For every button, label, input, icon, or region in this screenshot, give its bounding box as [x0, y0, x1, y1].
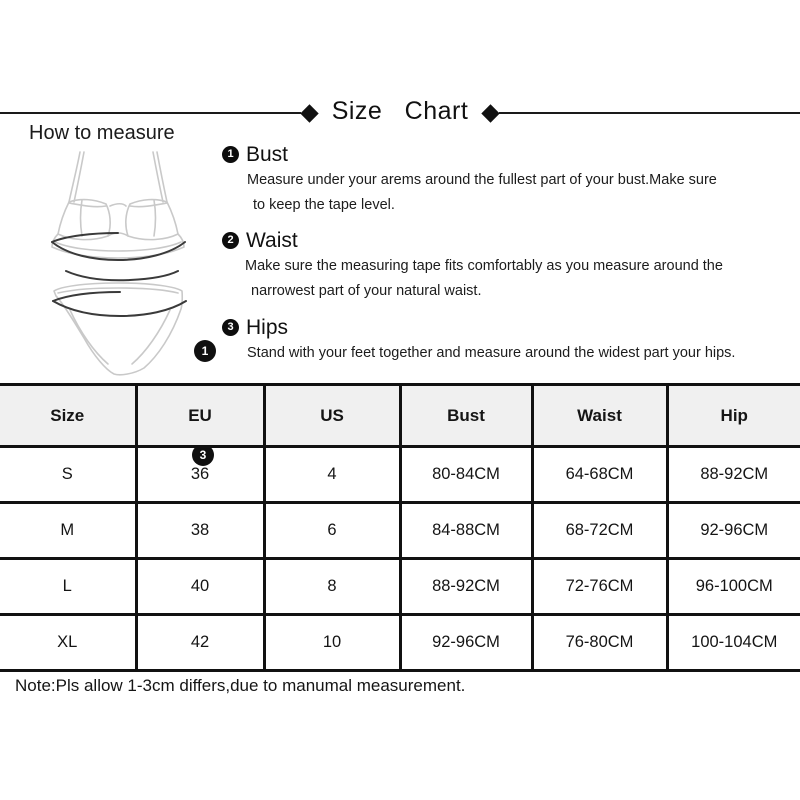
instruction-waist-title: Waist	[246, 228, 298, 252]
instruction-bust-line1: Measure under your arems around the full…	[247, 172, 717, 189]
table-row: L 40 8 88-92CM 72-76CM 96-100CM	[0, 558, 800, 615]
instruction-bust-line2: to keep the tape level.	[253, 197, 395, 214]
table-header-row: Size EU US Bust Waist Hip	[0, 384, 800, 447]
number-badge-2-icon: 2	[222, 231, 239, 249]
instruction-hips-body: Stand with your feet together and measur…	[222, 341, 792, 366]
cell-bust: 84-88CM	[398, 502, 534, 559]
column-header-bust: Bust	[398, 384, 534, 447]
instruction-bust: 1 Bust Measure under your arems around t…	[222, 143, 792, 219]
cell-size: M	[0, 502, 138, 559]
cell-eu: 42	[134, 614, 266, 671]
cell-us: 8	[262, 558, 402, 615]
table-row: S 36 4 80-84CM 64-68CM 88-92CM	[0, 446, 800, 503]
instruction-waist-line2: narrowest part of your natural waist.	[251, 283, 482, 300]
diamond-left-icon	[300, 103, 319, 123]
cell-hip: 88-92CM	[665, 446, 800, 503]
how-to-measure-label: How to measure	[29, 122, 175, 144]
page-title: Size Chart	[331, 96, 469, 125]
size-chart-page: Size Chart How to measure 1 3 1 Bust Mea…	[0, 0, 800, 800]
table-row: XL 42 10 92-96CM 76-80CM 100-104CM	[0, 614, 800, 671]
header-rule-left	[0, 112, 301, 114]
instruction-waist-line1: Make sure the measuring tape fits comfor…	[245, 257, 723, 274]
diamond-right-icon	[481, 103, 501, 123]
size-table: Size EU US Bust Waist Hip S 36 4 80-84CM…	[0, 383, 800, 672]
number-badge-1-icon: 1	[222, 146, 239, 164]
instruction-bust-heading: 1 Bust	[222, 143, 792, 166]
measurement-illustration: 1 2 3	[22, 150, 228, 466]
table-row: M 38 6 84-88CM 68-72CM 92-96CM	[0, 502, 800, 559]
cell-hip: 96-100CM	[665, 558, 800, 615]
column-header-waist: Waist	[530, 384, 669, 447]
measurement-instructions: 1 Bust Measure under your arems around t…	[222, 143, 792, 370]
cell-waist: 72-76CM	[530, 558, 669, 615]
cell-size: XL	[0, 614, 138, 671]
cell-waist: 64-68CM	[530, 446, 669, 503]
cell-eu: 38	[134, 502, 266, 559]
instruction-hips: 3 Hips Stand with your feet together and…	[222, 316, 792, 366]
column-header-us: US	[262, 384, 402, 447]
cell-size: S	[0, 446, 138, 503]
cell-bust: 80-84CM	[398, 446, 534, 503]
cell-eu: 40	[134, 558, 266, 615]
cell-us: 4	[262, 446, 402, 503]
cell-hip: 100-104CM	[665, 614, 800, 671]
instruction-waist: 2 Waist Make sure the measuring tape fit…	[222, 229, 792, 305]
cell-bust: 88-92CM	[398, 558, 534, 615]
number-badge-3-icon: 3	[222, 318, 239, 336]
measurement-note: Note:Pls allow 1-3cm differs,due to manu…	[15, 676, 466, 695]
header-rule-right	[499, 112, 800, 114]
column-header-hip: Hip	[665, 384, 800, 447]
cell-us: 6	[262, 502, 402, 559]
instruction-bust-title: Bust	[246, 143, 289, 166]
column-header-size: Size	[0, 384, 138, 447]
cell-hip: 92-96CM	[665, 502, 800, 559]
cell-bust: 92-96CM	[398, 614, 534, 671]
instruction-hips-heading: 3 Hips	[222, 316, 792, 339]
cell-eu: 36	[134, 446, 266, 503]
instruction-hips-title: Hips	[246, 315, 289, 339]
column-header-eu: EU	[134, 384, 266, 447]
cell-waist: 76-80CM	[530, 614, 669, 671]
cell-us: 10	[262, 614, 402, 671]
instruction-bust-body: Measure under your arems around the full…	[222, 168, 792, 219]
illustration-marker-1: 1	[194, 340, 216, 362]
cell-waist: 68-72CM	[530, 502, 669, 559]
cell-size: L	[0, 558, 138, 615]
instruction-waist-body: Make sure the measuring tape fits comfor…	[222, 254, 792, 305]
instruction-waist-heading: 2 Waist	[222, 229, 792, 252]
instruction-hips-line1: Stand with your feet together and measur…	[247, 344, 736, 361]
